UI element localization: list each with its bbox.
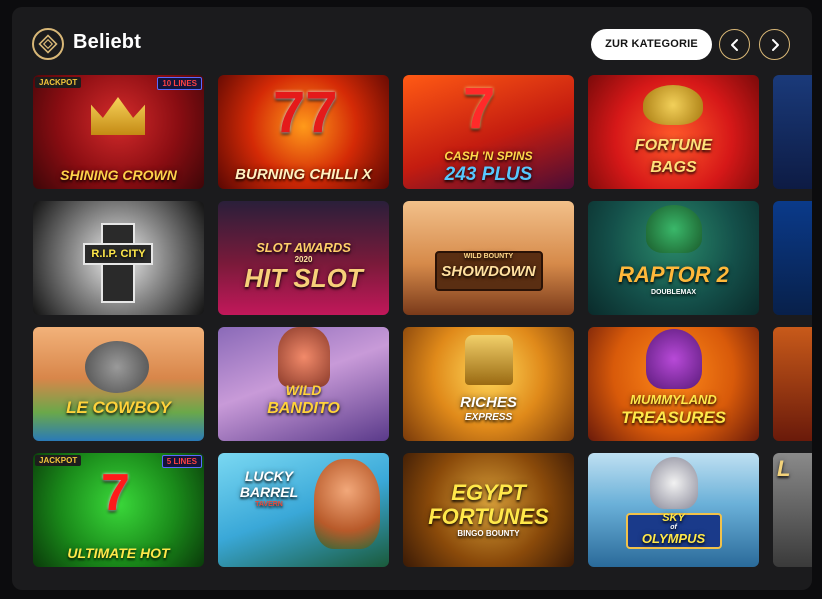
game-subtitle: BANDITO (267, 400, 340, 417)
next-button[interactable] (759, 29, 790, 60)
game-tile-riches-express[interactable]: RICHES EXPRESS (403, 327, 574, 441)
game-tagline: TAVERN (255, 501, 283, 508)
chevron-left-icon (731, 39, 738, 51)
game-tile-partial[interactable]: L (773, 453, 812, 567)
game-tile-burning-chilli-x[interactable]: 77 BURNING CHILLI X (218, 75, 389, 189)
game-tile-showdown[interactable]: WILD BOUNTY SHOWDOWN (403, 201, 574, 315)
game-subtitle: 243 PLUS (444, 164, 533, 186)
game-tile-egypt-fortunes[interactable]: EGYPT FORTUNES BINGO BOUNTY (403, 453, 574, 567)
game-tile-partial[interactable] (773, 201, 812, 315)
game-title: CASH 'N SPINS (444, 149, 533, 164)
jackpot-badge: JACKPOT (35, 77, 82, 88)
game-subtitle: EXPRESS (464, 412, 513, 423)
game-tagline: BINGO BOUNTY (457, 529, 520, 538)
game-title: SLOT AWARDS (256, 240, 351, 255)
zeus-image (650, 457, 698, 509)
game-tile-shining-crown[interactable]: JACKPOT 10 LINES SHINING CROWN (33, 75, 204, 189)
gold-bag-image (643, 85, 703, 125)
game-title: ULTIMATE HOT (67, 545, 170, 562)
raccoon-image (85, 341, 149, 393)
game-title: LUCKY (244, 468, 294, 484)
seven-symbol: 7 (101, 464, 130, 522)
game-tile-rip-city[interactable]: R.I.P. CITY (33, 201, 204, 315)
game-tile-ultimate-hot[interactable]: 7 JACKPOT 5 LINES ULTIMATE HOT (33, 453, 204, 567)
train-image (465, 335, 513, 385)
previous-button[interactable] (719, 29, 750, 60)
section-title: Beliebt (73, 31, 142, 53)
crown-image (91, 97, 145, 135)
game-subtitle: HIT SLOT (244, 263, 363, 293)
diamond-logo-icon (32, 28, 64, 60)
game-tile-lucky-barrel[interactable]: LUCKY BARREL TAVERN (218, 453, 389, 567)
seven-symbol: 7 (463, 76, 496, 141)
game-title: BURNING CHILLI X (235, 166, 372, 184)
dinosaur-image (646, 205, 702, 253)
seven-symbol: 77 (273, 80, 338, 145)
game-tagline: DOUBLEMAX (650, 289, 697, 296)
mummy-image (646, 329, 702, 389)
tavern-keeper-image (314, 459, 380, 549)
game-subtitle: OLYMPUS (641, 531, 706, 546)
game-tile-wild-bandito[interactable]: WILD BANDITO (218, 327, 389, 441)
jackpot-badge: JACKPOT (35, 455, 82, 466)
game-tile-sky-of-olympus[interactable]: SKY of OLYMPUS (588, 453, 759, 567)
game-tile-le-cowboy[interactable]: LE COWBOY (33, 327, 204, 441)
game-title: L (777, 456, 791, 481)
to-category-button[interactable]: ZUR KATEGORIE (591, 29, 712, 60)
game-grid: JACKPOT 10 LINES SHINING CROWN 77 BURNIN… (33, 75, 812, 575)
game-title: SHINING CROWN (60, 167, 177, 184)
lines-badge: 5 LINES (161, 455, 202, 468)
game-subtitle: BARREL (239, 484, 299, 500)
chevron-right-icon (772, 39, 779, 51)
game-tile-raptor-2[interactable]: RAPTOR 2 DOUBLEMAX (588, 201, 759, 315)
bandito-image (278, 327, 330, 387)
game-tile-partial[interactable] (773, 75, 812, 189)
game-tile-cash-n-spins[interactable]: 7 CASH 'N SPINS 243 PLUS (403, 75, 574, 189)
lines-badge: 10 LINES (157, 77, 202, 90)
game-subtitle: BAGS (650, 159, 697, 177)
game-title: FORTUNE (634, 137, 713, 155)
game-subtitle: FORTUNES (428, 504, 549, 529)
game-tile-hit-slot[interactable]: SLOT AWARDS 2020 HIT SLOT (218, 201, 389, 315)
game-title: SKY (662, 512, 685, 524)
game-title: EGYPT (451, 480, 526, 505)
section-header: Beliebt ZUR KATEGORIE (12, 7, 812, 75)
game-title: RAPTOR 2 (618, 262, 729, 287)
game-title: RICHES (460, 394, 517, 411)
game-tile-fortune-bags[interactable]: FORTUNE BAGS (588, 75, 759, 189)
game-subtitle: TREASURES (621, 408, 726, 427)
game-title: SHOWDOWN (441, 263, 536, 280)
game-title: R.I.P. CITY (91, 248, 146, 260)
popular-games-panel: Beliebt ZUR KATEGORIE JACKPOT 10 LINES S… (12, 7, 812, 590)
game-title: MUMMYLAND (630, 392, 717, 407)
game-title: WILD (285, 382, 322, 398)
game-tile-partial[interactable] (773, 327, 812, 441)
game-tagline: WILD BOUNTY (463, 253, 514, 260)
game-tile-mummyland[interactable]: MUMMYLAND TREASURES (588, 327, 759, 441)
game-title: LE COWBOY (66, 398, 171, 417)
